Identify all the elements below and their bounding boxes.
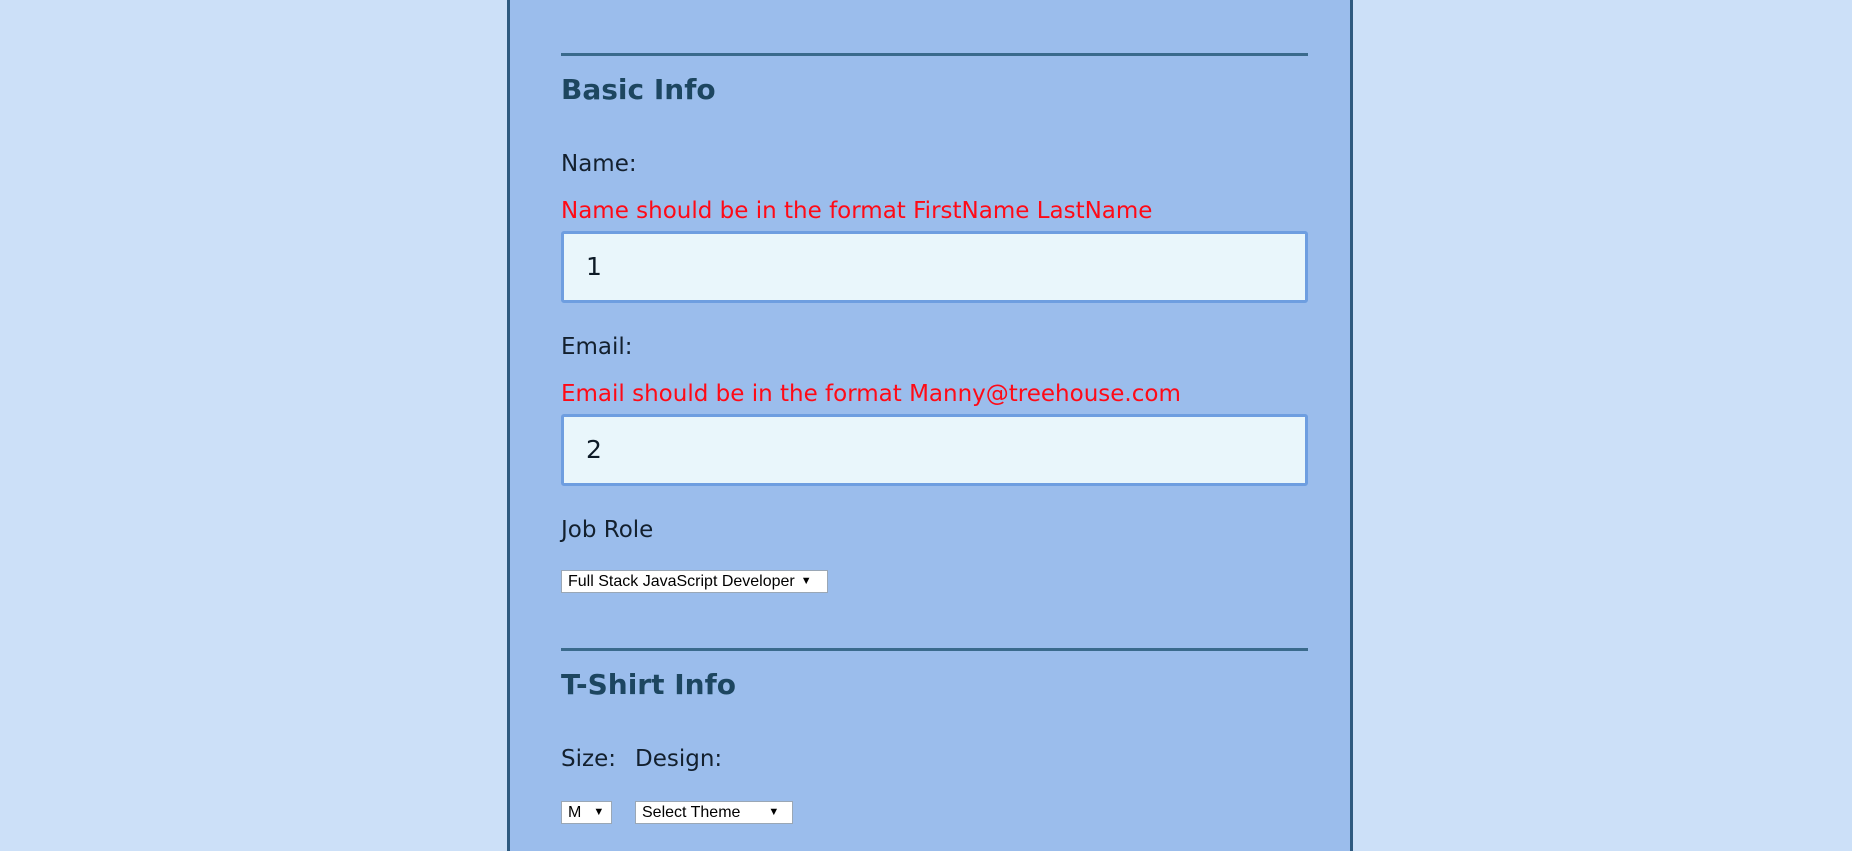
name-error-message: Name should be in the format FirstName L… <box>561 198 1153 224</box>
email-label: Email: <box>561 334 633 360</box>
name-input[interactable]: 1 <box>561 231 1308 303</box>
basic-info-section: Basic Info Name: Name should be in the f… <box>561 53 1308 593</box>
job-role-selected-value: Full Stack JavaScript Developer <box>568 573 795 590</box>
chevron-down-icon: ▼ <box>593 806 605 818</box>
chevron-down-icon: ▼ <box>768 806 780 818</box>
chevron-down-icon: ▼ <box>800 575 812 587</box>
size-label: Size: <box>561 746 616 772</box>
email-input[interactable]: 2 <box>561 414 1308 486</box>
design-selected-value: Select Theme <box>642 804 741 821</box>
job-role-select[interactable]: Full Stack JavaScript Developer ▼ <box>561 570 828 593</box>
name-label: Name: <box>561 151 637 177</box>
section-divider <box>561 53 1308 56</box>
tshirt-info-section: T-Shirt Info Size: Design: M ▼ Select The… <box>561 648 1308 851</box>
design-select[interactable]: Select Theme ▼ <box>635 801 793 824</box>
design-label: Design: <box>635 746 723 772</box>
tshirt-info-heading: T-Shirt Info <box>561 668 737 701</box>
job-role-label: Job Role <box>561 517 654 543</box>
size-selected-value: M <box>568 804 582 821</box>
form-container: Basic Info Name: Name should be in the f… <box>507 0 1353 851</box>
size-select[interactable]: M ▼ <box>561 801 612 824</box>
basic-info-heading: Basic Info <box>561 73 716 106</box>
email-error-message: Email should be in the format Manny@tree… <box>561 381 1181 407</box>
section-divider <box>561 648 1308 651</box>
